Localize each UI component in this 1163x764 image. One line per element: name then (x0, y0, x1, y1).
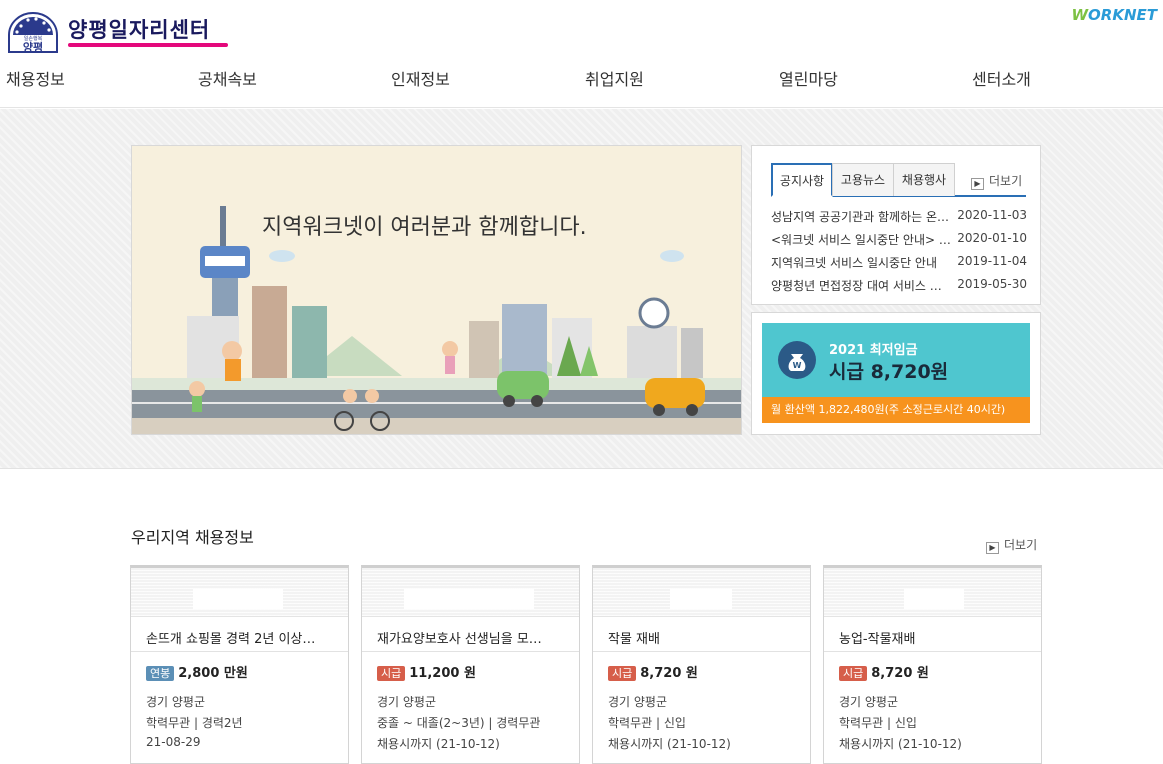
nav-item-jobs[interactable]: 채용정보 (6, 66, 65, 90)
minimum-wage-banner[interactable]: W 2021 최저임금 시급 8,720원 월 환산액 1,822,480원(주… (751, 312, 1041, 435)
pay-value: 11,200 원 (409, 666, 476, 681)
job-card[interactable]: 재가요양보호사 선생님을 모… 시급 11,200 원 경기 양평군 중졸 ~ 대… (361, 565, 580, 764)
pay-type-badge: 시급 (839, 666, 868, 681)
pay-value: 2,800 만원 (178, 666, 248, 681)
job-deadline: 채용시까지 (21-10-12) (377, 737, 500, 751)
title-underline (68, 43, 228, 47)
job-deadline: 채용시까지 (21-10-12) (839, 737, 962, 751)
notice-panel: 공지사항 고용뉴스 채용행사 ▶ 더보기 성남지역 공공기관과 함께하는 온… 20… (751, 145, 1041, 305)
tab-recruit-events[interactable]: 채용행사 (893, 163, 955, 196)
worknet-logo-w: W (1071, 6, 1089, 24)
company-logo-placeholder (362, 568, 579, 617)
jobs-more-label: 더보기 (1004, 538, 1038, 552)
job-requirements: 학력무관 | 신입 (839, 716, 917, 730)
job-pay: 시급 11,200 원 (377, 662, 476, 681)
notice-item[interactable]: <워크넷 서비스 일시중단 안내> - 1… 2020-01-10 (771, 231, 1027, 254)
nav-item-recruit-news[interactable]: 공채속보 (198, 66, 257, 90)
jobs-section-title: 우리지역 채용정보 (131, 528, 254, 547)
notice-date: 2019-11-04 (957, 254, 1027, 268)
job-title[interactable]: 손뜨개 쇼핑몰 경력 2년 이상… (146, 628, 336, 647)
company-logo-placeholder (593, 568, 810, 617)
notice-item[interactable]: 성남지역 공공기관과 함께하는 온… 2020-11-03 (771, 208, 1027, 231)
visual-area: 지역워크넷이 여러분과 함께합니다. 공지사항 고용뉴스 채용행사 ▶ 더보기 … (0, 109, 1163, 469)
job-region: 경기 양평군 (146, 695, 206, 709)
job-deadline: 21-08-29 (146, 735, 201, 749)
wage-monthly-note: 월 환산액 1,822,480원(주 소정근로시간 40시간) (762, 397, 1030, 423)
banner-headline: 지역워크넷이 여러분과 함께합니다. (262, 215, 587, 240)
job-region: 경기 양평군 (839, 695, 899, 709)
notice-title: 지역워크넷 서비스 일시중단 안내 (771, 256, 938, 270)
notice-date: 2020-11-03 (957, 208, 1027, 222)
job-region: 경기 양평군 (377, 695, 437, 709)
site-header: 일손행복 양평 양평일자리센터 WORKNET 채용정보 공채속보 인재정보 취… (0, 0, 1163, 108)
job-pay: 연봉 2,800 만원 (146, 662, 248, 681)
pay-type-badge: 시급 (377, 666, 406, 681)
nav-item-employment-support[interactable]: 취업지원 (585, 66, 644, 90)
job-requirements: 학력무관 | 신입 (608, 716, 686, 730)
job-pay: 시급 8,720 원 (839, 662, 929, 681)
pay-value: 8,720 원 (871, 666, 929, 681)
notice-date: 2020-01-10 (957, 231, 1027, 245)
job-title[interactable]: 농업-작물재배 (839, 628, 1029, 647)
job-card[interactable]: 작물 재배 시급 8,720 원 경기 양평군 학력무관 | 신입 채용시까지 (… (592, 565, 811, 764)
nav-item-center-intro[interactable]: 센터소개 (972, 66, 1031, 90)
more-arrow-icon: ▶ (971, 178, 984, 190)
pay-type-badge: 연봉 (146, 666, 175, 681)
job-pay: 시급 8,720 원 (608, 662, 698, 681)
wage-amount: 시급 8,720원 (829, 361, 949, 383)
more-arrow-icon: ▶ (986, 542, 999, 554)
company-logo-placeholder (131, 568, 348, 617)
tab-employment-news[interactable]: 고용뉴스 (832, 163, 894, 196)
nav-item-talent[interactable]: 인재정보 (391, 66, 450, 90)
main-banner[interactable]: 지역워크넷이 여러분과 함께합니다. (131, 145, 742, 435)
notice-more-button[interactable]: ▶ 더보기 (971, 172, 1022, 190)
notice-title: 성남지역 공공기관과 함께하는 온… (771, 210, 950, 224)
wage-year-label: 2021 최저임금 (829, 343, 918, 358)
job-requirements: 중졸 ~ 대졸(2~3년) | 경력무관 (377, 716, 541, 730)
notice-item[interactable]: 양평청년 면접정장 대여 서비스 시행 2019-05-30 (771, 277, 1027, 300)
notice-list: 성남지역 공공기관과 함께하는 온… 2020-11-03 <워크넷 서비스 일시… (771, 208, 1027, 300)
job-deadline: 채용시까지 (21-10-12) (608, 737, 731, 751)
site-title[interactable]: 양평일자리센터 (68, 14, 210, 44)
worknet-logo-rest: ORKNET (1088, 6, 1157, 24)
job-card[interactable]: 농업-작물재배 시급 8,720 원 경기 양평군 학력무관 | 신입 채용시까지… (823, 565, 1042, 764)
emblem-text: 양평 (23, 40, 43, 54)
job-card-list: 손뜨개 쇼핑몰 경력 2년 이상… 연봉 2,800 만원 경기 양평군 학력무관… (130, 565, 1042, 764)
notice-more-label: 더보기 (989, 174, 1023, 188)
svg-text:W: W (793, 361, 802, 370)
city-illustration: 지역워크넷이 여러분과 함께합니다. (132, 146, 741, 434)
job-title[interactable]: 재가요양보호사 선생님을 모… (377, 628, 567, 647)
wage-banner-body: W 2021 최저임금 시급 8,720원 월 환산액 1,822,480원(주… (762, 323, 1030, 423)
notice-title: <워크넷 서비스 일시중단 안내> - 1… (771, 233, 951, 247)
yangpyeong-emblem-icon[interactable]: 일손행복 양평 (6, 8, 60, 54)
nav-item-open-forum[interactable]: 열린마당 (779, 66, 838, 90)
pay-value: 8,720 원 (640, 666, 698, 681)
money-bag-icon: W (778, 341, 816, 379)
tab-notices[interactable]: 공지사항 (771, 163, 833, 197)
notice-date: 2019-05-30 (957, 277, 1027, 291)
pay-type-badge: 시급 (608, 666, 637, 681)
main-nav: 채용정보 공채속보 인재정보 취업지원 열린마당 센터소개 (0, 66, 1163, 96)
job-region: 경기 양평군 (608, 695, 668, 709)
notice-item[interactable]: 지역워크넷 서비스 일시중단 안내 2019-11-04 (771, 254, 1027, 277)
notice-title: 양평청년 면접정장 대여 서비스 시행 (771, 279, 951, 293)
jobs-more-button[interactable]: ▶ 더보기 (986, 536, 1037, 554)
job-title[interactable]: 작물 재배 (608, 628, 798, 647)
job-requirements: 학력무관 | 경력2년 (146, 716, 243, 730)
job-card[interactable]: 손뜨개 쇼핑몰 경력 2년 이상… 연봉 2,800 만원 경기 양평군 학력무관… (130, 565, 349, 764)
company-logo-placeholder (824, 568, 1041, 617)
worknet-logo[interactable]: WORKNET (1071, 6, 1157, 24)
